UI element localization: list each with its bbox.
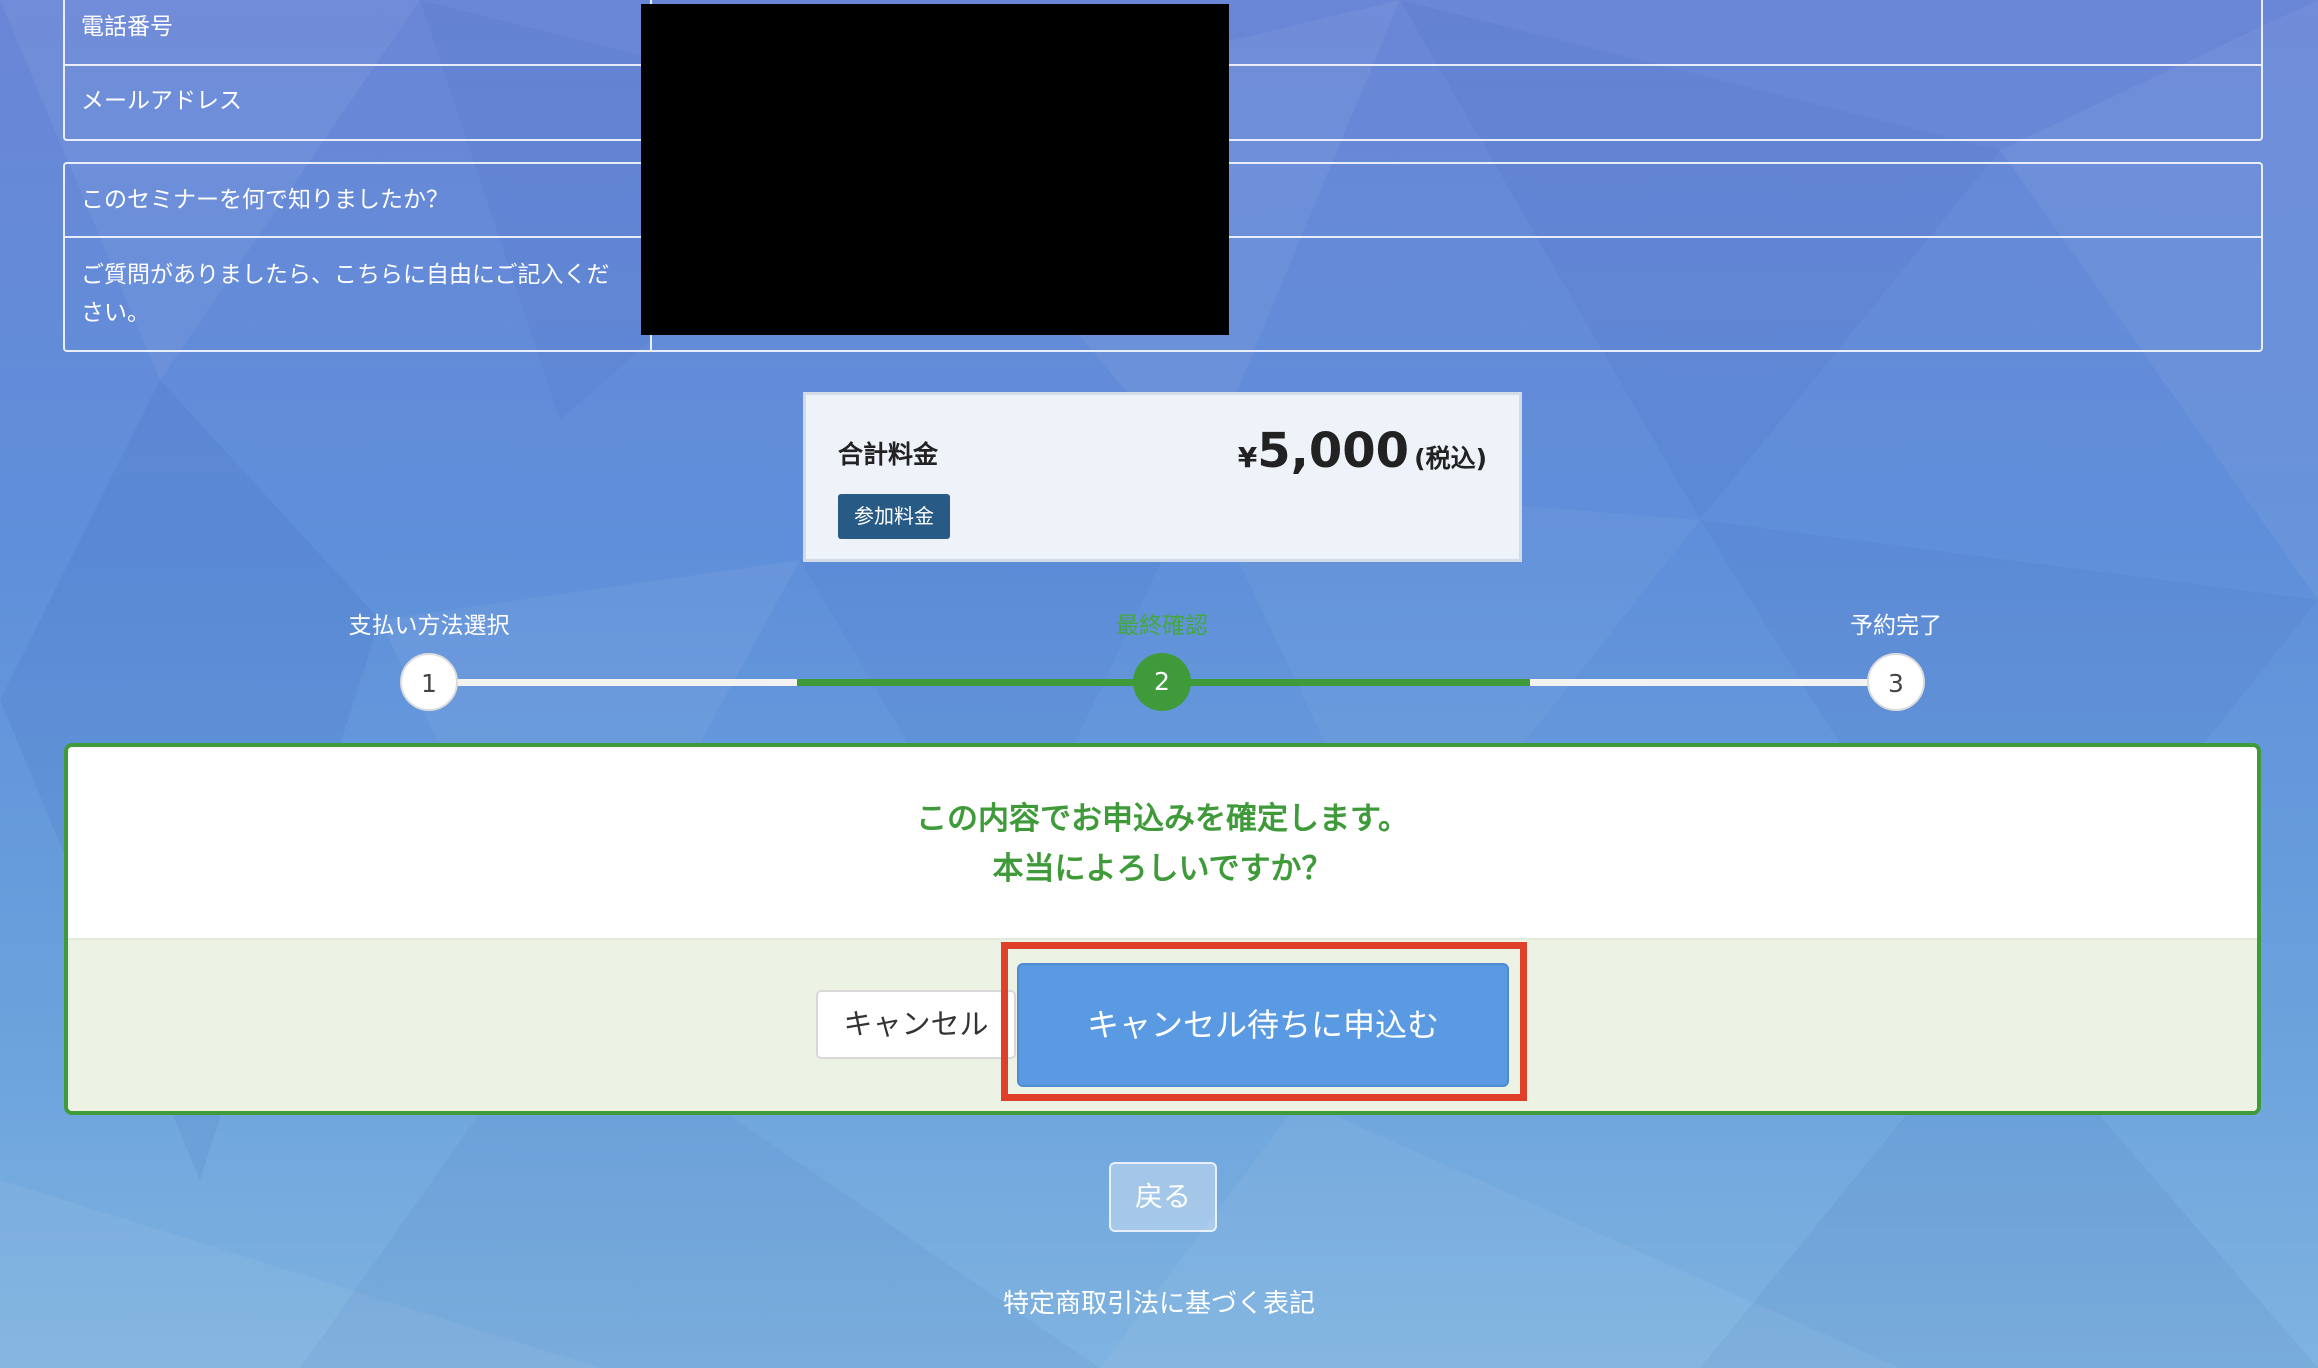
confirm-message-line-1: この内容でお申込みを確定します。 bbox=[916, 801, 1409, 837]
total-label: 合計料金 bbox=[838, 440, 939, 469]
back-button[interactable]: 戻る bbox=[1109, 1162, 1217, 1232]
redacted-area bbox=[641, 4, 1229, 335]
referral-question-label: このセミナーを何で知りましたか？ bbox=[81, 187, 449, 213]
cancel-button[interactable]: キャンセル bbox=[816, 990, 1016, 1059]
phone-label: 電話番号 bbox=[81, 14, 173, 40]
step-1-circle: 1 bbox=[400, 653, 458, 711]
tax-note: (税込) bbox=[1414, 444, 1487, 473]
step-2-label: 最終確認 bbox=[1116, 613, 1208, 639]
step-2-circle: 2 bbox=[1133, 653, 1191, 711]
comments-question-label: ご質問がありましたら、こちらに自由にご記入ください。 bbox=[81, 262, 610, 326]
currency-symbol: ¥ bbox=[1237, 441, 1258, 474]
step-3-circle: 3 bbox=[1867, 653, 1925, 711]
total-price: ¥5,000 (税込) bbox=[1238, 423, 1487, 479]
price-value: 5,000 bbox=[1257, 423, 1410, 479]
step-connector bbox=[445, 679, 797, 686]
step-connector bbox=[1530, 679, 1882, 686]
email-label: メールアドレス bbox=[81, 88, 242, 114]
apply-waitlist-button[interactable]: キャンセル待ちに申込む bbox=[1017, 963, 1509, 1087]
price-summary: 合計料金 参加料金 ¥5,000 (税込) bbox=[803, 392, 1522, 562]
step-3-label: 予約完了 bbox=[1850, 613, 1942, 639]
step-1-label: 支払い方法選択 bbox=[348, 613, 510, 639]
fee-type-badge: 参加料金 bbox=[838, 494, 950, 539]
legal-notice-link[interactable]: 特定商取引法に基づく表記 bbox=[0, 1283, 2318, 1320]
confirm-message-line-2: 本当によろしいですか？ bbox=[992, 851, 1333, 887]
